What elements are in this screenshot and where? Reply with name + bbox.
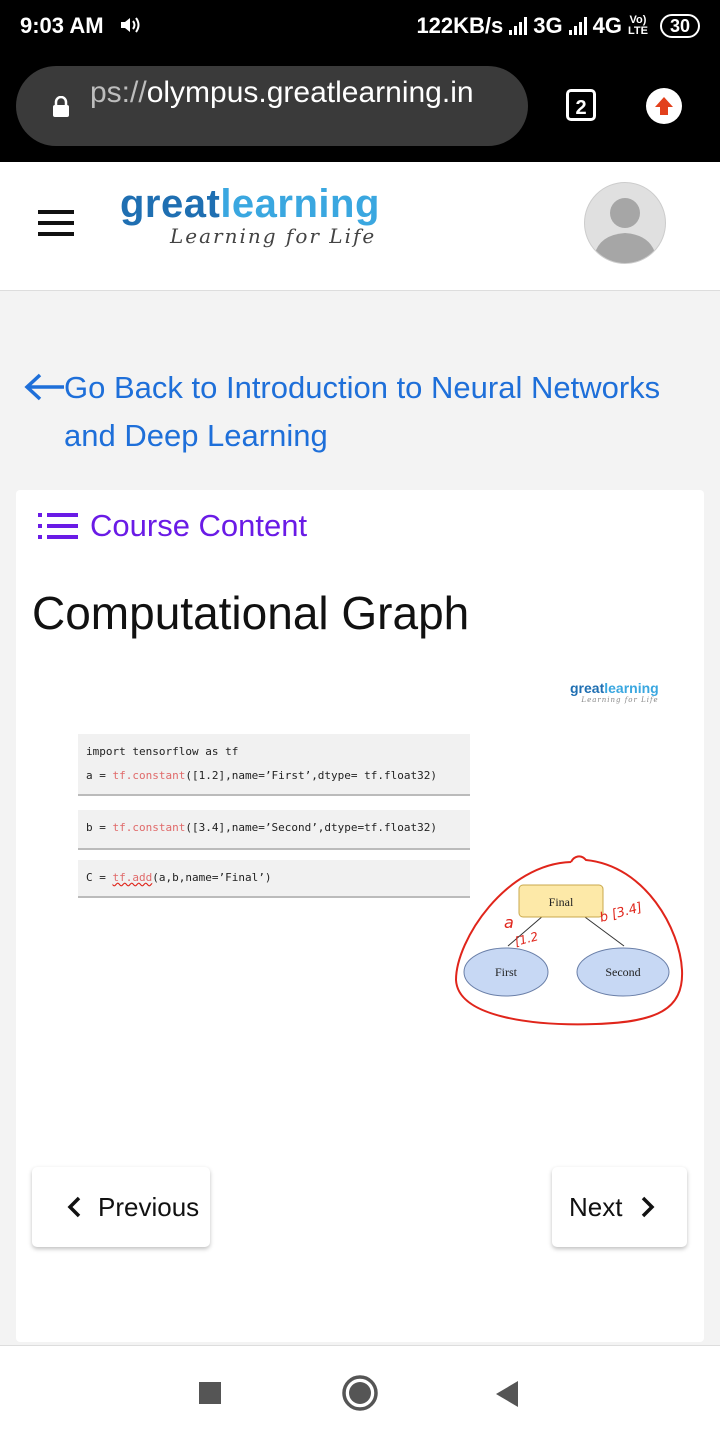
previous-button[interactable]: Previous	[32, 1167, 210, 1247]
menu-icon[interactable]	[38, 210, 74, 236]
back-link-text: Go Back to Introduction to Neural Networ…	[64, 370, 661, 453]
previous-label: Previous	[98, 1191, 200, 1222]
node-first-label: First	[495, 965, 518, 979]
next-label: Next	[569, 1191, 623, 1222]
annotation-loop	[454, 855, 684, 1026]
slide-image: greatlearning Learning for Life import t…	[16, 670, 696, 1050]
logo-tagline: Learning for Life	[170, 224, 377, 248]
update-button[interactable]	[646, 88, 682, 124]
slide-logo-tagline: Learning for Life	[581, 696, 659, 704]
signal-icon	[509, 17, 528, 35]
page-title: Computational Graph	[32, 587, 470, 639]
code-line: b = tf.constant([3.4],name=’Second’,dtyp…	[86, 816, 462, 840]
list-icon	[38, 513, 78, 539]
network-type-1: 3G	[533, 13, 563, 38]
tab-switcher-button[interactable]: 2	[566, 89, 596, 121]
chevron-right-icon	[642, 1196, 655, 1218]
logo-part-2: learning	[220, 182, 380, 226]
code-function: tf.add	[112, 871, 153, 884]
code-text: a =	[86, 769, 113, 782]
annotation-b: b [3.4]	[598, 900, 644, 926]
back-icon[interactable]	[492, 1379, 520, 1409]
course-content-link[interactable]: Course Content	[38, 508, 307, 544]
browser-toolbar: ps://olympus.greatlearning.in 2	[0, 52, 720, 162]
node-second-label: Second	[605, 965, 640, 979]
back-link[interactable]: Go Back to Introduction to Neural Networ…	[22, 364, 702, 460]
status-bar: 9:03 AM 122KB/s 3G 4G Vo) LTE 30	[0, 0, 720, 52]
course-content-label: Course Content	[90, 508, 308, 543]
avatar[interactable]	[584, 182, 666, 264]
code-line: import tensorflow as tf	[86, 745, 239, 758]
code-text: b =	[86, 821, 113, 834]
url-prefix: ps://	[90, 76, 147, 109]
chevron-left-icon	[67, 1196, 81, 1218]
computational-graph: Final First Second a [1.2 b [3.4]	[454, 855, 684, 1026]
network-speed: 122KB/s	[416, 13, 504, 38]
network-type-2: 4G	[592, 13, 622, 38]
lock-icon	[53, 96, 69, 117]
arrow-up-icon	[655, 97, 673, 115]
recents-icon[interactable]	[198, 1381, 222, 1405]
code-block-3: C = tf.add(a,b,name=’Final’)	[78, 860, 470, 898]
volte-bottom: LTE	[628, 25, 648, 37]
annotation-a: a	[504, 913, 514, 932]
code-line: C = tf.add(a,b,name=’Final’)	[86, 866, 462, 890]
code-text: C =	[86, 871, 113, 884]
system-nav-bar	[0, 1345, 720, 1441]
slide-logo-part-1: great	[570, 680, 605, 696]
arrow-left-icon	[24, 373, 64, 401]
code-block-2: b = tf.constant([3.4],name=’Second’,dtyp…	[78, 810, 470, 850]
battery-indicator: 30	[659, 14, 700, 38]
home-icon[interactable]	[340, 1373, 380, 1413]
next-button[interactable]: Next	[552, 1167, 687, 1247]
code-text: (a,b,name=’Final’)	[152, 871, 272, 884]
url-text[interactable]: ps://olympus.greatlearning.in	[90, 76, 474, 110]
volte-icon: Vo) LTE	[628, 15, 648, 37]
speaker-icon	[121, 17, 140, 33]
code-text: ([3.4],name=’Second’,dtype=tf.float32)	[185, 821, 438, 834]
code-function: tf.constant	[112, 769, 186, 782]
signal-icon	[568, 17, 587, 35]
annotation-a-value: [1.2	[513, 929, 540, 949]
code-block-1: import tensorflow as tf a = tf.constant(…	[78, 734, 470, 796]
status-time: 9:03 AM	[20, 13, 104, 38]
code-line: a = tf.constant([1.2],name=’First’,dtype…	[86, 764, 462, 788]
slide-logo-part-2: learning	[604, 680, 659, 696]
url-host: olympus.greatlearning.in	[146, 76, 474, 109]
site-header: greatlearning Learning for Life	[0, 162, 720, 291]
code-text: ([1.2],name=’First’,dtype= tf.float32)	[185, 769, 438, 782]
brand-logo[interactable]: greatlearning Learning for Life	[120, 182, 380, 248]
slide-logo: greatlearning Learning for Life	[570, 680, 659, 704]
code-function: tf.constant	[112, 821, 186, 834]
user-icon	[593, 198, 657, 263]
logo-part-1: great	[120, 182, 221, 226]
node-final-label: Final	[549, 895, 574, 909]
